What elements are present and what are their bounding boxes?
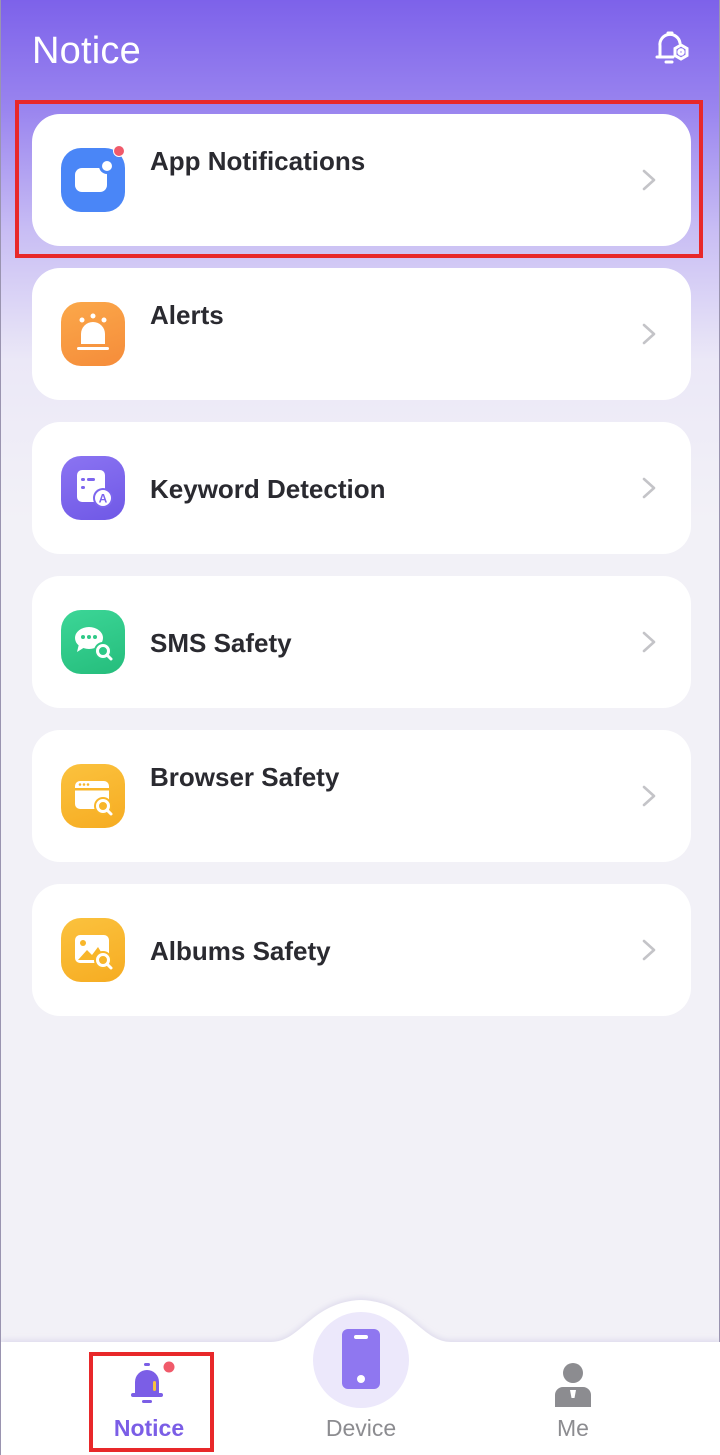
svg-text:A: A: [99, 492, 108, 506]
menu-item-label: App Notifications: [150, 146, 366, 176]
chevron-right-icon: [642, 323, 656, 345]
menu-item-albums-safety[interactable]: Albums Safety: [32, 884, 691, 1016]
menu-item-label: Browser Safety: [150, 762, 340, 792]
nav-tab-device[interactable]: Device: [301, 1308, 421, 1452]
chevron-right-icon: [642, 785, 656, 807]
app-notification-icon: [61, 148, 125, 212]
menu-item-alerts[interactable]: Alerts: [32, 268, 691, 400]
nav-label: Device: [325, 1415, 397, 1441]
chat-search-icon: [61, 610, 125, 674]
browser-search-icon: [61, 764, 125, 828]
image-search-icon: [61, 918, 125, 982]
chevron-right-icon: [642, 477, 656, 499]
unread-badge: [113, 145, 125, 157]
menu-item-browser-safety[interactable]: Browser Safety: [32, 730, 691, 862]
nav-tab-me[interactable]: Me: [513, 1352, 633, 1452]
menu-item-label: Albums Safety: [150, 936, 331, 966]
chevron-right-icon: [642, 939, 656, 961]
bell-settings-icon: [655, 31, 689, 64]
chevron-right-icon: [642, 631, 656, 653]
nav-tab-notice[interactable]: Notice: [91, 1352, 211, 1452]
menu-item-label: Alerts: [150, 300, 224, 330]
menu-item-app-notifications[interactable]: App Notifications: [32, 114, 691, 246]
bottom-navigation: Notice Device Me: [1, 1290, 720, 1455]
siren-icon: [61, 302, 125, 366]
menu-item-keyword-detection[interactable]: A Keyword Detection: [32, 422, 691, 554]
person-icon: [555, 1363, 591, 1407]
nav-label: Notice: [113, 1415, 185, 1441]
header: Notice: [1, 0, 720, 100]
keyword-icon: A: [61, 456, 125, 520]
chevron-right-icon: [642, 169, 656, 191]
page-title: Notice: [32, 30, 141, 72]
notification-settings-button[interactable]: [653, 28, 693, 70]
menu-item-label: SMS Safety: [150, 628, 292, 658]
menu-item-label: Keyword Detection: [150, 474, 386, 504]
bell-icon: [131, 1361, 175, 1403]
nav-label: Me: [557, 1415, 589, 1441]
menu-item-sms-safety[interactable]: SMS Safety: [32, 576, 691, 708]
phone-icon: [342, 1329, 380, 1389]
